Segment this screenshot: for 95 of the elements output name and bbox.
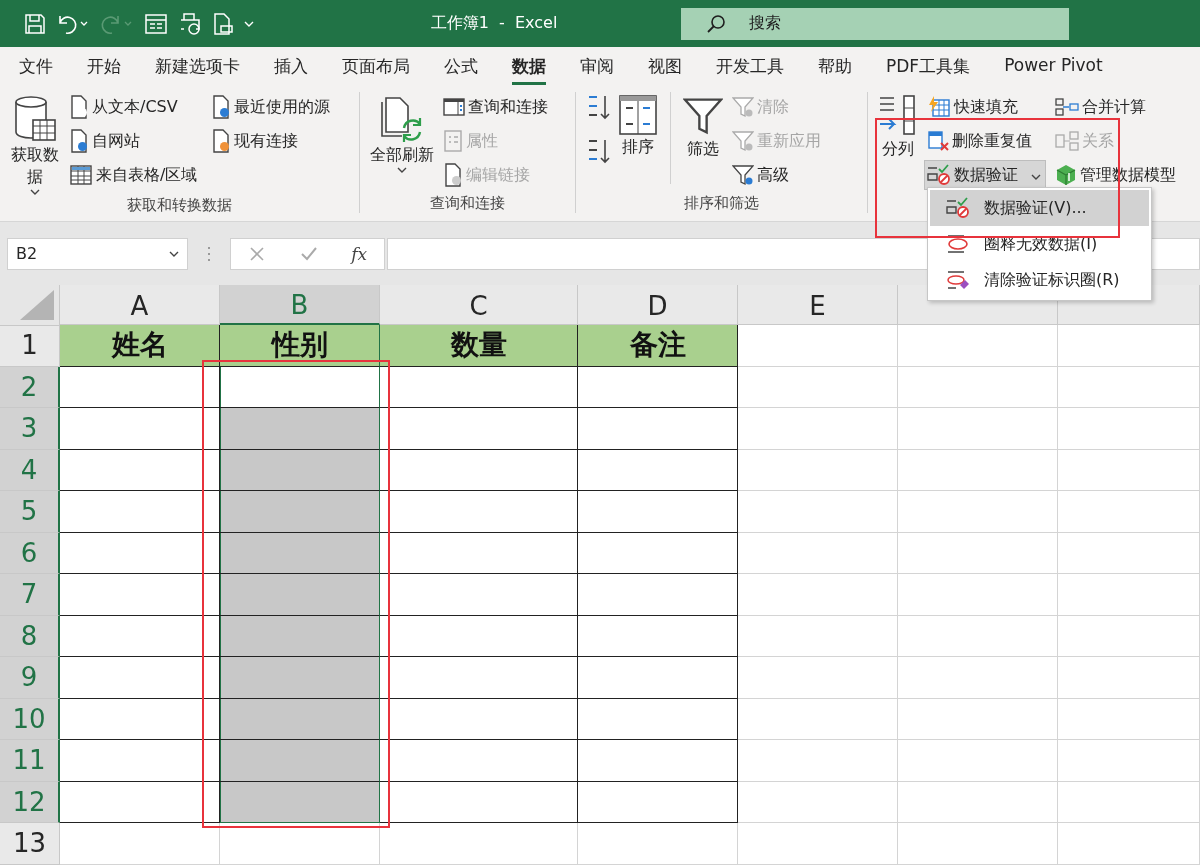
- menu-item[interactable]: 数据验证(V)...: [930, 190, 1149, 226]
- row-header[interactable]: 1: [0, 325, 60, 367]
- insert-function-button[interactable]: fx: [351, 243, 368, 264]
- text-to-columns-icon: [878, 94, 918, 138]
- relationship-icon: [1055, 131, 1079, 151]
- remove-duplicates-icon: [927, 130, 949, 152]
- ribbon-button[interactable]: 来自表格/区域: [66, 160, 203, 190]
- group-label: 获取和转换数据: [127, 196, 232, 215]
- ribbon-tab[interactable]: 公式: [444, 55, 478, 85]
- ribbon-button[interactable]: 自网站: [66, 126, 203, 156]
- row-header[interactable]: 10: [0, 698, 60, 740]
- print-icon[interactable]: [178, 11, 202, 36]
- ribbon-button[interactable]: 删除重复值: [924, 126, 1046, 156]
- header-cell: 备注: [578, 325, 738, 367]
- cube-icon: [1055, 164, 1077, 186]
- ribbon-button[interactable]: 现有连接: [208, 126, 336, 156]
- sort-icon: [618, 94, 658, 136]
- advanced-filter-icon: [732, 164, 754, 186]
- ribbon-button[interactable]: 获取数据: [10, 92, 60, 196]
- reapply-filter-icon: [732, 130, 754, 152]
- ribbon-tab[interactable]: PDF工具集: [886, 55, 971, 85]
- form-icon[interactable]: [144, 12, 168, 35]
- caret-icon: [1031, 172, 1041, 181]
- link-document-icon: [443, 163, 463, 187]
- ribbon-button[interactable]: 高级: [729, 160, 826, 190]
- ribbon-tab[interactable]: 视图: [648, 55, 682, 85]
- search-field[interactable]: 搜索: [681, 7, 1069, 40]
- header-cell: 性别: [220, 325, 380, 367]
- print-preview-icon[interactable]: [212, 11, 234, 36]
- caret-icon: [169, 249, 179, 258]
- row-header[interactable]: 11: [0, 740, 60, 782]
- row-header[interactable]: 2: [0, 366, 60, 408]
- ribbon-button[interactable]: 合并计算: [1052, 92, 1181, 122]
- group-label: 查询和连接: [430, 194, 505, 213]
- ribbon-tab[interactable]: Power Pivot: [1004, 55, 1103, 82]
- circle-invalid-icon: [946, 233, 970, 255]
- row-header[interactable]: 9: [0, 657, 60, 699]
- ribbon-button[interactable]: 分列: [878, 92, 918, 213]
- lightning-icon: [927, 96, 951, 118]
- data-validation-icon: [946, 197, 970, 219]
- web-document-icon: [69, 129, 89, 153]
- database-document-icon: [211, 129, 232, 153]
- search-icon: [705, 12, 727, 35]
- ribbon-button[interactable]: 查询和连接: [440, 92, 553, 122]
- menu-item[interactable]: 清除验证标识圈(R): [930, 262, 1149, 298]
- ribbon-tab[interactable]: 审阅: [580, 55, 614, 85]
- clear-filter-icon: [732, 96, 754, 118]
- header-cell: 数量: [380, 325, 578, 367]
- ribbon-tab[interactable]: 插入: [274, 55, 308, 85]
- table-icon: [69, 164, 93, 186]
- clear-circles-icon: [946, 269, 970, 291]
- column-header[interactable]: D: [578, 285, 738, 325]
- column-header[interactable]: C: [380, 285, 578, 325]
- data-validation-icon: [927, 164, 951, 186]
- ribbon-tab[interactable]: 开始: [87, 55, 121, 85]
- ribbon-tab[interactable]: 帮助: [818, 55, 852, 85]
- list-icon: [443, 130, 463, 152]
- caret-icon: [244, 19, 254, 28]
- window-title: 工作簿1 - Excel: [429, 13, 559, 34]
- ribbon-button[interactable]: 数据验证: [924, 160, 1046, 190]
- save-icon[interactable]: [24, 12, 46, 35]
- ribbon-button[interactable]: 筛选: [683, 92, 723, 194]
- row-header[interactable]: 12: [0, 781, 60, 823]
- caret-icon: [30, 188, 40, 196]
- group-label: 排序和筛选: [684, 194, 759, 213]
- ribbon-button[interactable]: 全部刷新: [370, 92, 434, 194]
- cancel-icon[interactable]: [247, 244, 266, 263]
- row-header[interactable]: 7: [0, 574, 60, 616]
- row-header[interactable]: 8: [0, 615, 60, 657]
- ribbon-button[interactable]: 最近使用的源: [208, 92, 336, 122]
- ribbon-button[interactable]: 快速填充: [924, 92, 1046, 122]
- ribbon-tab[interactable]: 新建选项卡: [155, 55, 240, 85]
- header-cell: 姓名: [60, 325, 220, 367]
- column-header[interactable]: A: [60, 285, 220, 325]
- ribbon-tab[interactable]: 文件: [19, 55, 53, 85]
- ribbon-button[interactable]: 从文本/CSV: [66, 92, 203, 122]
- caret-icon: [397, 166, 407, 174]
- row-header[interactable]: 13: [0, 823, 60, 865]
- database-icon: [13, 94, 57, 144]
- column-header[interactable]: E: [738, 285, 898, 325]
- recent-document-icon: [211, 95, 232, 119]
- ribbon-tab[interactable]: 数据: [512, 55, 546, 85]
- ribbon-button[interactable]: 排序: [618, 92, 658, 194]
- panel-icon: [443, 97, 465, 117]
- ribbon-tab[interactable]: 开发工具: [716, 55, 784, 85]
- ribbon-tab[interactable]: 页面布局: [342, 55, 410, 85]
- name-box[interactable]: B2: [7, 237, 188, 270]
- refresh-icon: [380, 94, 424, 144]
- row-header[interactable]: 3: [0, 408, 60, 450]
- consolidate-icon: [1055, 97, 1079, 117]
- row-header[interactable]: 6: [0, 532, 60, 574]
- column-header[interactable]: B: [220, 285, 380, 325]
- row-header[interactable]: 4: [0, 449, 60, 491]
- row-header[interactable]: 5: [0, 491, 60, 533]
- document-icon: [69, 95, 89, 119]
